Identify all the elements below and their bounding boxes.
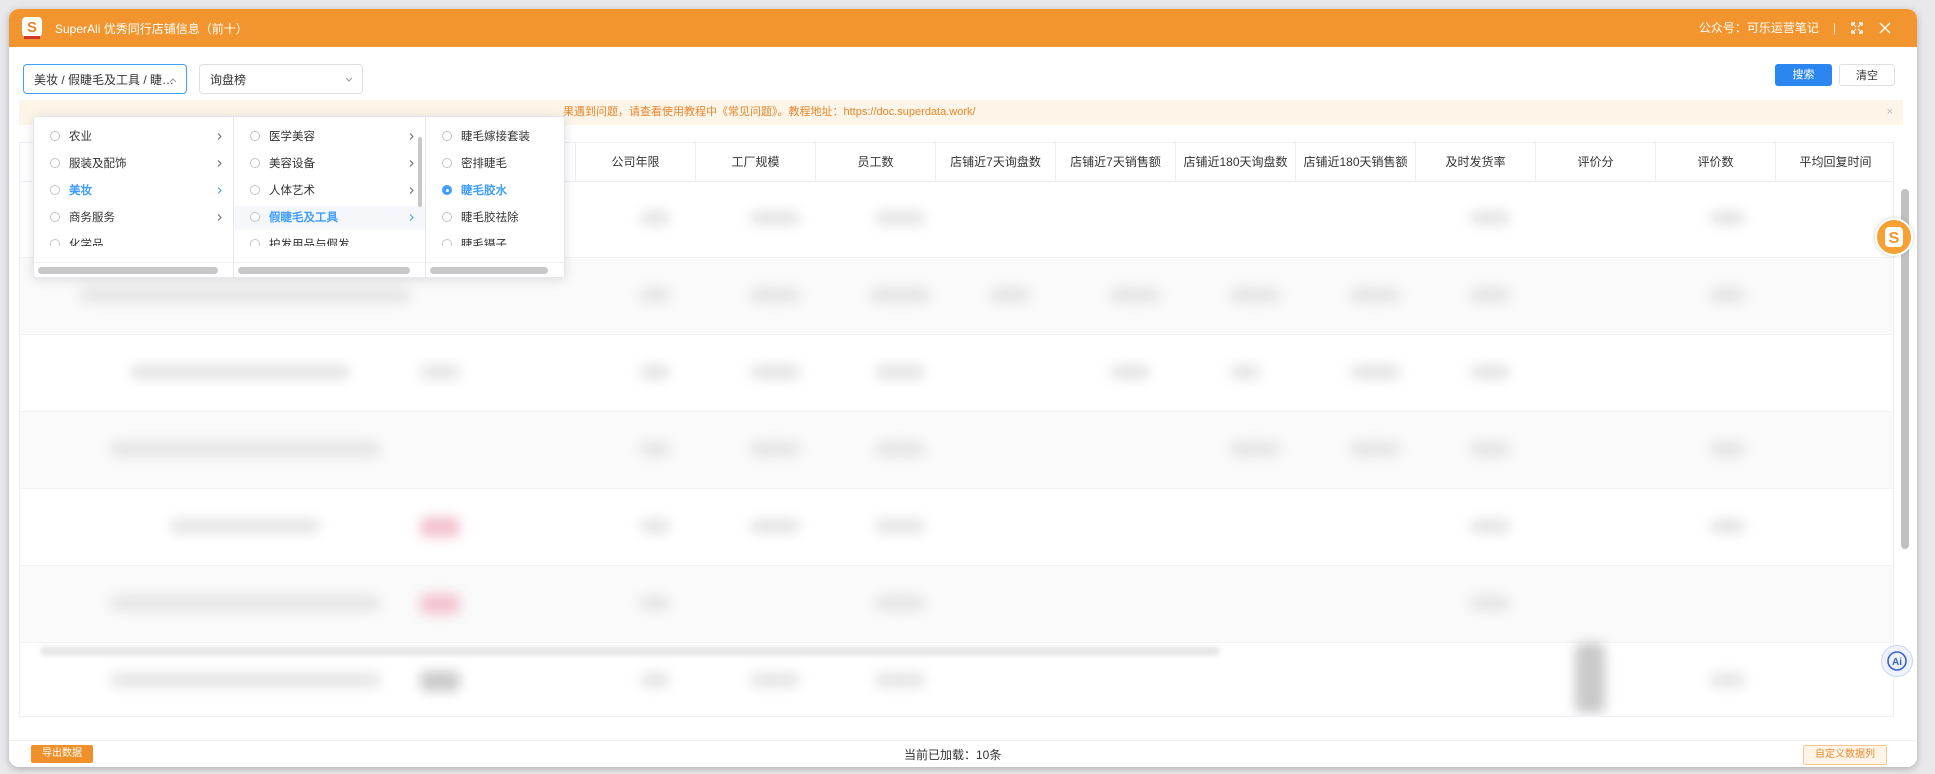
export-data-button[interactable]: 导出数据 bbox=[31, 745, 93, 763]
cascader-option[interactable]: 睫毛嫁接套装 bbox=[426, 125, 564, 149]
app-window: S SuperAli 优秀同行店铺信息（前十） 公众号：可乐运营笔记 | 美妆 … bbox=[9, 9, 1917, 767]
radio-icon[interactable] bbox=[250, 131, 260, 141]
chevron-right-icon bbox=[409, 160, 414, 167]
chevron-right-icon bbox=[409, 187, 414, 194]
cascader-option[interactable]: 化学品 bbox=[34, 233, 233, 246]
cascader-column-1: 农业 服装及配饰 美妆 商务服务 化学品 bbox=[34, 117, 234, 277]
cascader-scrollbar[interactable] bbox=[430, 267, 548, 274]
chevron-up-icon bbox=[169, 78, 177, 83]
horizontal-scrollbar[interactable] bbox=[40, 646, 1220, 656]
table-row[interactable] bbox=[20, 335, 1893, 412]
custom-columns-button[interactable]: 自定义数据列 bbox=[1803, 745, 1887, 765]
window-title: SuperAli 优秀同行店铺信息（前十） bbox=[55, 22, 248, 36]
ai-assistant-icon[interactable]: Ai bbox=[1881, 645, 1913, 677]
cascader-option-selected[interactable]: 睫毛胶水 bbox=[426, 179, 564, 203]
loaded-count: 当前已加载：10条 bbox=[904, 748, 1002, 762]
chevron-right-icon bbox=[217, 214, 222, 221]
close-icon[interactable] bbox=[1878, 21, 1892, 35]
radio-icon[interactable] bbox=[50, 131, 60, 141]
title-separator: | bbox=[1832, 20, 1836, 35]
radio-icon[interactable] bbox=[250, 212, 260, 222]
category-cascader-input[interactable]: 美妆 / 假睫毛及工具 / 睫… bbox=[23, 64, 187, 94]
radio-icon[interactable] bbox=[442, 239, 452, 246]
radio-icon[interactable] bbox=[250, 185, 260, 195]
radio-icon[interactable] bbox=[50, 158, 60, 168]
table-row[interactable] bbox=[20, 412, 1893, 489]
cascader-option[interactable]: 农业 bbox=[34, 125, 233, 149]
category-cascader-panel: 农业 服装及配饰 美妆 商务服务 化学品 医学美容 美容设备 人体艺术 假睫毛及… bbox=[33, 116, 565, 278]
radio-icon[interactable] bbox=[50, 212, 60, 222]
search-button[interactable]: 搜索 bbox=[1775, 64, 1832, 86]
col-7d-inquiries[interactable]: 店铺近7天询盘数 bbox=[935, 143, 1055, 181]
chevron-right-icon bbox=[217, 160, 222, 167]
cascader-option[interactable]: 睫毛胶祛除 bbox=[426, 206, 564, 230]
cascader-option[interactable]: 服装及配饰 bbox=[34, 152, 233, 176]
rank-select[interactable]: 询盘榜 bbox=[199, 64, 363, 94]
cascader-option[interactable]: 美容设备 bbox=[234, 152, 425, 176]
account-label: 公众号：可乐运营笔记 bbox=[1698, 21, 1819, 35]
col-ship-rate[interactable]: 及时发货率 bbox=[1415, 143, 1535, 181]
radio-icon[interactable] bbox=[50, 185, 60, 195]
radio-icon[interactable] bbox=[250, 158, 260, 168]
svg-text:S: S bbox=[27, 19, 37, 36]
cascader-option[interactable]: 人体艺术 bbox=[234, 179, 425, 203]
cascader-vscrollbar[interactable] bbox=[418, 137, 422, 207]
rank-value: 询盘榜 bbox=[210, 73, 247, 87]
col-employees[interactable]: 员工数 bbox=[815, 143, 935, 181]
cascader-option-selected[interactable]: 假睫毛及工具 bbox=[234, 206, 425, 230]
svg-text:S: S bbox=[1889, 230, 1900, 247]
cascader-option[interactable]: 护发用品与假发 bbox=[234, 233, 425, 246]
svg-text:Ai: Ai bbox=[1892, 657, 1902, 668]
radio-icon[interactable] bbox=[50, 239, 60, 246]
cascader-column-2: 医学美容 美容设备 人体艺术 假睫毛及工具 护发用品与假发 bbox=[234, 117, 426, 277]
cascader-option[interactable]: 密排睫毛 bbox=[426, 152, 564, 176]
table-row[interactable] bbox=[20, 566, 1893, 643]
cascader-option[interactable]: 医学美容 bbox=[234, 125, 425, 149]
radio-icon[interactable] bbox=[250, 239, 260, 246]
fullscreen-icon[interactable] bbox=[1850, 21, 1864, 35]
title-bar: S SuperAli 优秀同行店铺信息（前十） 公众号：可乐运营笔记 | bbox=[9, 9, 1917, 47]
chevron-right-icon bbox=[409, 214, 414, 221]
app-logo-icon: S bbox=[22, 17, 42, 39]
notice-text: 果遇到问题，请查看使用教程中《常见问题》。教程地址：https://doc.su… bbox=[563, 106, 976, 118]
col-rating[interactable]: 评价分 bbox=[1535, 143, 1655, 181]
superali-s-icon[interactable]: S bbox=[1875, 218, 1913, 256]
footer-bar: 导出数据 当前已加载：10条 自定义数据列 bbox=[9, 740, 1917, 767]
chevron-right-icon bbox=[217, 133, 222, 140]
col-7d-sales[interactable]: 店铺近7天销售额 bbox=[1055, 143, 1175, 181]
chevron-right-icon bbox=[409, 133, 414, 140]
category-value: 美妆 / 假睫毛及工具 / 睫… bbox=[34, 73, 175, 87]
clear-button[interactable]: 清空 bbox=[1839, 64, 1895, 86]
cascader-scrollbar[interactable] bbox=[238, 267, 410, 274]
chevron-right-icon bbox=[217, 187, 222, 194]
cascader-scrollbar[interactable] bbox=[38, 267, 218, 274]
cascader-option-selected[interactable]: 美妆 bbox=[34, 179, 233, 203]
col-review-count[interactable]: 评价数 bbox=[1655, 143, 1775, 181]
col-180d-inquiries[interactable]: 店铺近180天询盘数 bbox=[1175, 143, 1295, 181]
table-row[interactable] bbox=[20, 489, 1893, 566]
cascader-option[interactable]: 睫毛镊子 bbox=[426, 233, 564, 246]
radio-icon[interactable] bbox=[442, 131, 452, 141]
col-company-years[interactable]: 公司年限 bbox=[575, 143, 695, 181]
col-avg-reply[interactable]: 平均回复时间 bbox=[1775, 143, 1893, 181]
radio-icon[interactable] bbox=[442, 212, 452, 222]
col-180d-sales[interactable]: 店铺近180天销售额 bbox=[1295, 143, 1415, 181]
notice-close-icon[interactable]: × bbox=[1887, 100, 1893, 125]
cascader-column-3: 睫毛嫁接套装 密排睫毛 睫毛胶水 睫毛胶祛除 睫毛镊子 bbox=[426, 117, 564, 277]
cascader-option[interactable]: 商务服务 bbox=[34, 206, 233, 230]
radio-checked-icon[interactable] bbox=[442, 185, 452, 195]
chevron-down-icon bbox=[345, 77, 353, 82]
col-factory-scale[interactable]: 工厂规模 bbox=[695, 143, 815, 181]
radio-icon[interactable] bbox=[442, 158, 452, 168]
